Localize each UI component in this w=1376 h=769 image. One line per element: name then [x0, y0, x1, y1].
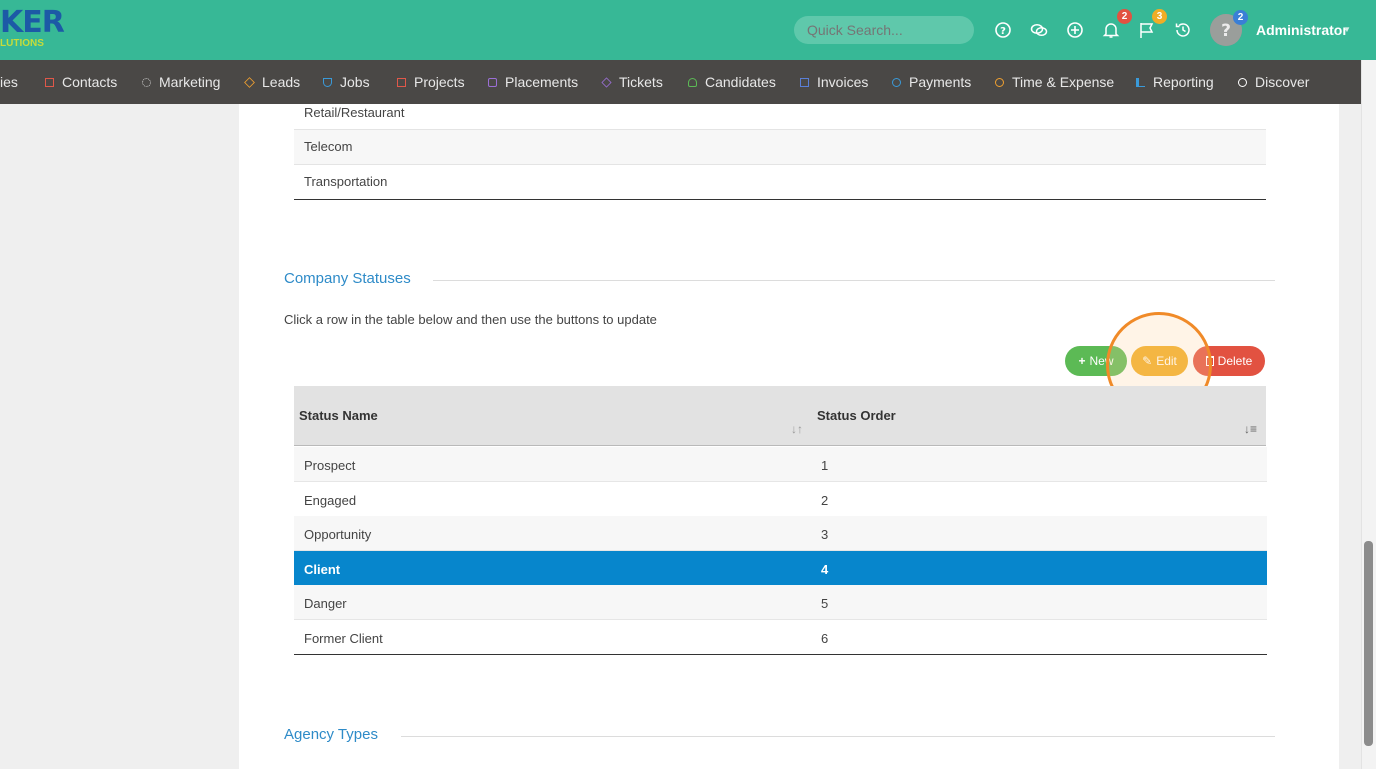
table-row[interactable]: Telecom: [294, 130, 1266, 165]
plus-icon: +: [1078, 354, 1086, 368]
nav-label: Discover: [1255, 74, 1310, 90]
nav-item-invoices[interactable]: Invoices: [800, 74, 868, 90]
table-row-selected[interactable]: Client 4: [294, 551, 1267, 586]
status-order: 5: [821, 596, 829, 611]
table-row[interactable]: Danger 5: [294, 585, 1267, 620]
scrollbar-thumb[interactable]: [1364, 541, 1373, 746]
nav-label: Marketing: [159, 74, 221, 90]
nav-item-reporting[interactable]: Reporting: [1136, 74, 1214, 90]
status-order: 1: [821, 458, 829, 473]
section-title-agency-types: Agency Types: [284, 726, 378, 743]
nav-item-placements[interactable]: Placements: [488, 74, 578, 90]
nav-label: Reporting: [1153, 74, 1214, 90]
status-name: Opportunity: [304, 527, 372, 542]
chevron-down-icon[interactable]: ▼: [1343, 25, 1351, 34]
avatar-badge: 2: [1233, 10, 1248, 25]
nav-item-tickets[interactable]: Tickets: [601, 74, 663, 90]
invoice-icon: [800, 77, 809, 87]
broadcast-icon: [142, 77, 151, 87]
briefcase-icon: [488, 77, 497, 87]
clock-icon: [995, 77, 1004, 87]
status-order: 3: [821, 527, 829, 542]
user-name[interactable]: Administrator: [1256, 22, 1348, 38]
status-name: Engaged: [304, 493, 357, 508]
status-name: Client: [304, 562, 341, 577]
chat-icon[interactable]: [1030, 21, 1048, 39]
nav-label: Time & Expense: [1012, 74, 1115, 90]
nav-item-leads[interactable]: Leads: [244, 74, 301, 90]
nav-label: Payments: [909, 74, 972, 90]
column-header-status-name[interactable]: Status Name: [299, 408, 378, 423]
table-row[interactable]: Prospect 1: [294, 447, 1267, 482]
status-order: 6: [821, 631, 829, 646]
contact-card-icon: [45, 77, 54, 87]
logo-text: KER: [0, 5, 65, 40]
sort-ascending-icon[interactable]: ↓≡: [1244, 422, 1257, 436]
nav-label: Placements: [505, 74, 579, 90]
help-icon[interactable]: ?: [994, 21, 1012, 39]
nav-item-payments[interactable]: Payments: [892, 74, 971, 90]
history-icon[interactable]: [1174, 21, 1192, 39]
nav-item-marketing[interactable]: Marketing: [142, 74, 220, 90]
add-circle-icon[interactable]: [1066, 21, 1084, 39]
sort-icon[interactable]: ↓↑: [791, 422, 803, 436]
flags-badge: 3: [1152, 9, 1167, 24]
section-divider: [401, 736, 1275, 737]
nav-item-contacts[interactable]: Contacts: [45, 74, 117, 90]
nav-item-projects[interactable]: Projects: [397, 74, 465, 90]
nav-item-discover[interactable]: Discover: [1238, 74, 1309, 90]
svg-text:?: ?: [1000, 26, 1006, 37]
nav-label: Invoices: [817, 74, 869, 90]
table-row[interactable]: Former Client 6: [294, 620, 1267, 655]
top-bar: KER LUTIONS ? 2 3 ? 2 Administrator ▼: [0, 0, 1376, 60]
nav-label: Contacts: [62, 74, 118, 90]
nav-item-candidates[interactable]: Candidates: [688, 74, 776, 90]
diamond-icon: [244, 76, 255, 88]
search-icon: [1238, 77, 1247, 87]
nav-label: ies: [0, 74, 18, 90]
bar-chart-icon: [1136, 77, 1145, 87]
table-row[interactable]: Transportation: [294, 165, 1266, 200]
status-order: 2: [821, 493, 829, 508]
quick-search-input[interactable]: [794, 16, 974, 44]
bell-icon[interactable]: [1102, 21, 1120, 39]
status-name: Danger: [304, 596, 347, 611]
svg-text:?: ?: [1221, 21, 1231, 41]
industry-name: Transportation: [304, 174, 388, 189]
person-icon: [688, 77, 697, 87]
nav-label: Leads: [262, 74, 301, 90]
trophy-icon: [323, 77, 332, 87]
nav-label: Tickets: [619, 74, 663, 90]
table-header: Status Name ↓↑ Status Order ↓≡: [294, 386, 1266, 446]
instructions-text: Click a row in the table below and then …: [284, 312, 657, 327]
status-name: Prospect: [304, 458, 356, 473]
table-row[interactable]: Retail/Restaurant: [294, 95, 1266, 130]
flag-icon[interactable]: [1138, 21, 1156, 39]
table-row[interactable]: Engaged 2: [294, 482, 1267, 517]
status-name: Former Client: [304, 631, 383, 646]
tag-icon: [601, 76, 612, 88]
nav-item-time-expense[interactable]: Time & Expense: [995, 74, 1114, 90]
notifications-badge: 2: [1117, 9, 1132, 24]
industry-name: Retail/Restaurant: [304, 105, 405, 120]
status-order: 4: [821, 562, 829, 577]
project-icon: [397, 77, 406, 87]
nav-label: Jobs: [340, 74, 370, 90]
delete-button-label: Delete: [1217, 354, 1253, 368]
app-logo[interactable]: KER LUTIONS: [0, 5, 65, 49]
coin-icon: [892, 77, 901, 87]
section-title-company-statuses: Company Statuses: [284, 270, 411, 287]
table-row[interactable]: Opportunity 3: [294, 516, 1267, 551]
nav-label: Projects: [414, 74, 465, 90]
nav-item-jobs[interactable]: Jobs: [323, 74, 370, 90]
section-divider: [433, 280, 1275, 281]
industry-name: Telecom: [304, 139, 353, 154]
nav-item-companies[interactable]: ies: [0, 74, 18, 90]
logo-subtext: LUTIONS: [0, 38, 44, 49]
nav-label: Candidates: [705, 74, 776, 90]
column-header-status-order[interactable]: Status Order: [817, 408, 896, 423]
